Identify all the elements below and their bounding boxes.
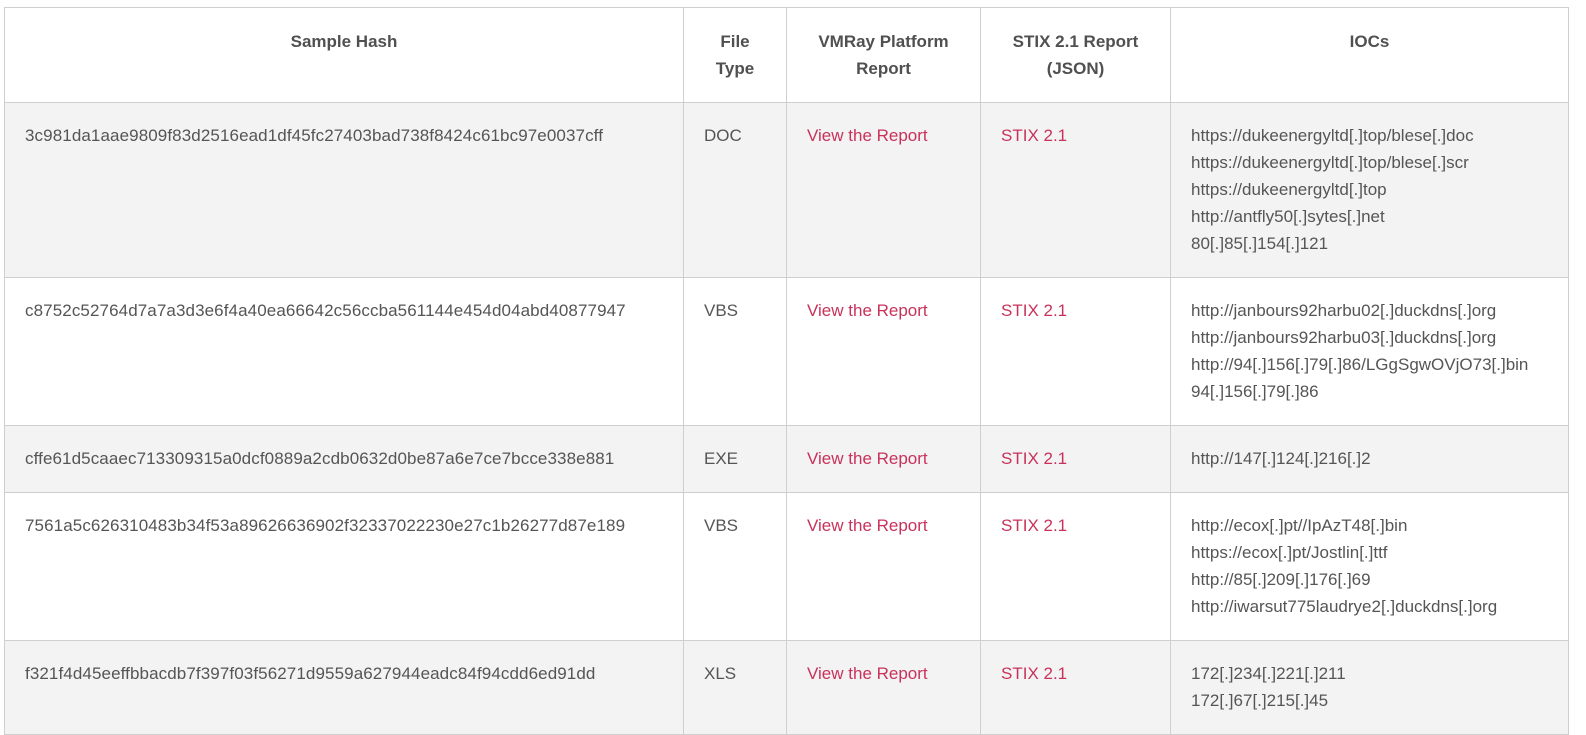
view-report-link[interactable]: View the Report (807, 126, 928, 145)
sample-hash-cell: f321f4d45eeffbbacdb7f397f03f56271d9559a6… (4, 640, 684, 735)
sample-hash-cell: c8752c52764d7a7a3d3e6f4a40ea66642c56ccba… (4, 277, 684, 426)
iocs-cell: 172[.]234[.]221[.]211 172[.]67[.]215[.]4… (1170, 640, 1569, 735)
stix-report-link[interactable]: STIX 2.1 (1001, 126, 1067, 145)
view-report-link[interactable]: View the Report (807, 664, 928, 683)
platform-report-cell: View the Report (786, 425, 981, 493)
ioc-entry: 172[.]67[.]215[.]45 (1191, 691, 1329, 710)
stix-report-cell: STIX 2.1 (980, 640, 1171, 735)
header-file-type-line1: File (720, 32, 750, 51)
stix-report-link[interactable]: STIX 2.1 (1001, 664, 1067, 683)
iocs-cell: http://147[.]124[.]216[.]2 (1170, 425, 1569, 493)
stix-report-cell: STIX 2.1 (980, 425, 1171, 493)
ioc-entry: http://ecox[.]pt//IpAzT48[.]bin (1191, 516, 1408, 535)
file-type-cell: DOC (683, 102, 787, 278)
table-row: f321f4d45eeffbbacdb7f397f03f56271d9559a6… (4, 640, 1569, 735)
iocs-cell: https://dukeenergyltd[.]top/blese[.]doc … (1170, 102, 1569, 278)
header-file-type: File Type (683, 7, 787, 103)
table-row: 3c981da1aae9809f83d2516ead1df45fc27403ba… (4, 102, 1569, 278)
header-file-type-line2: Type (715, 59, 755, 78)
sample-hash-cell: cffe61d5caaec713309315a0dcf0889a2cdb0632… (4, 425, 684, 493)
file-type-cell: XLS (683, 640, 787, 735)
table-body: 3c981da1aae9809f83d2516ead1df45fc27403ba… (4, 102, 1569, 735)
table-row: 7561a5c626310483b34f53a89626636902f32337… (4, 492, 1569, 641)
platform-report-cell: View the Report (786, 492, 981, 641)
platform-report-cell: View the Report (786, 277, 981, 426)
table-header: Sample Hash File Type VMRay Platform Rep… (4, 7, 1569, 103)
view-report-link[interactable]: View the Report (807, 449, 928, 468)
table-row: cffe61d5caaec713309315a0dcf0889a2cdb0632… (4, 425, 1569, 493)
stix-report-link[interactable]: STIX 2.1 (1001, 516, 1067, 535)
file-type-cell: VBS (683, 277, 787, 426)
ioc-entry: 80[.]85[.]154[.]121 (1191, 234, 1329, 253)
header-platform-report-line2: Report (856, 59, 911, 78)
table-row: c8752c52764d7a7a3d3e6f4a40ea66642c56ccba… (4, 277, 1569, 426)
view-report-link[interactable]: View the Report (807, 301, 928, 320)
stix-report-link[interactable]: STIX 2.1 (1001, 449, 1067, 468)
header-sample-hash-label: Sample Hash (290, 32, 398, 51)
header-row: Sample Hash File Type VMRay Platform Rep… (4, 7, 1569, 103)
header-platform-report: VMRay Platform Report (786, 7, 981, 103)
ioc-entry: http://85[.]209[.]176[.]69 (1191, 570, 1371, 589)
ioc-entry: http://antfly50[.]sytes[.]net (1191, 207, 1385, 226)
stix-report-link[interactable]: STIX 2.1 (1001, 301, 1067, 320)
view-report-link[interactable]: View the Report (807, 516, 928, 535)
ioc-entry: https://dukeenergyltd[.]top/blese[.]doc (1191, 126, 1474, 145)
iocs-cell: http://ecox[.]pt//IpAzT48[.]bin https://… (1170, 492, 1569, 641)
header-platform-report-line1: VMRay Platform (818, 32, 949, 51)
header-iocs: IOCs (1170, 7, 1569, 103)
platform-report-cell: View the Report (786, 640, 981, 735)
header-sample-hash: Sample Hash (4, 7, 684, 103)
ioc-table: Sample Hash File Type VMRay Platform Rep… (4, 7, 1569, 735)
ioc-entry: http://94[.]156[.]79[.]86/LGgSgwOVjO73[.… (1191, 355, 1529, 374)
stix-report-cell: STIX 2.1 (980, 102, 1171, 278)
header-stix-report-line2: (JSON) (1046, 59, 1105, 78)
stix-report-cell: STIX 2.1 (980, 492, 1171, 641)
sample-hash-cell: 3c981da1aae9809f83d2516ead1df45fc27403ba… (4, 102, 684, 278)
ioc-entry: 94[.]156[.]79[.]86 (1191, 382, 1319, 401)
ioc-entry: http://147[.]124[.]216[.]2 (1191, 449, 1371, 468)
ioc-table-container: Sample Hash File Type VMRay Platform Rep… (4, 7, 1569, 735)
ioc-entry: https://dukeenergyltd[.]top/blese[.]scr (1191, 153, 1469, 172)
ioc-entry: https://dukeenergyltd[.]top (1191, 180, 1387, 199)
header-stix-report: STIX 2.1 Report (JSON) (980, 7, 1171, 103)
platform-report-cell: View the Report (786, 102, 981, 278)
header-iocs-label: IOCs (1349, 32, 1390, 51)
ioc-entry: 172[.]234[.]221[.]211 (1191, 664, 1346, 683)
ioc-entry: https://ecox[.]pt/Jostlin[.]ttf (1191, 543, 1388, 562)
stix-report-cell: STIX 2.1 (980, 277, 1171, 426)
ioc-entry: http://iwarsut775laudrye2[.]duckdns[.]or… (1191, 597, 1498, 616)
header-stix-report-line1: STIX 2.1 Report (1012, 32, 1139, 51)
iocs-cell: http://janbours92harbu02[.]duckdns[.]org… (1170, 277, 1569, 426)
ioc-entry: http://janbours92harbu03[.]duckdns[.]org (1191, 328, 1497, 347)
file-type-cell: EXE (683, 425, 787, 493)
ioc-entry: http://janbours92harbu02[.]duckdns[.]org (1191, 301, 1497, 320)
sample-hash-cell: 7561a5c626310483b34f53a89626636902f32337… (4, 492, 684, 641)
file-type-cell: VBS (683, 492, 787, 641)
